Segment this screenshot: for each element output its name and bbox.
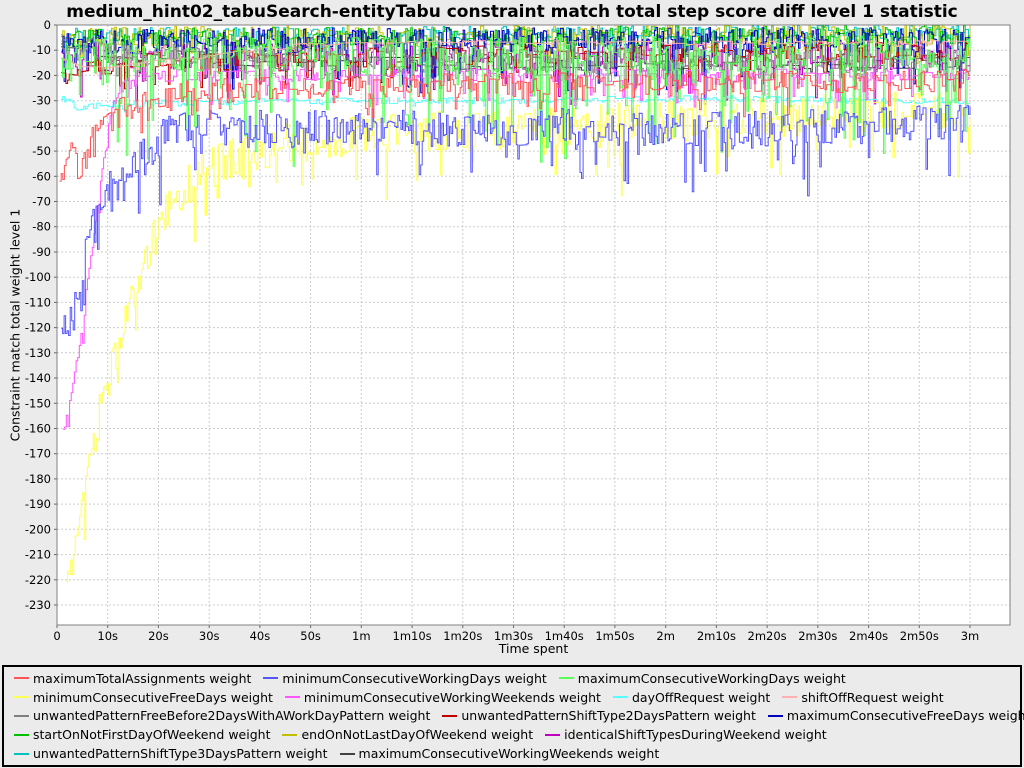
y-tick-label: -130 <box>25 346 51 360</box>
y-tick-label: -40 <box>32 119 51 133</box>
legend-label: minimumConsecutiveWorkingWeekends weight <box>304 690 601 705</box>
y-tick-label: -160 <box>25 422 51 436</box>
legend-color-dash <box>340 753 355 755</box>
legend-label: identicalShiftTypesDuringWeekend weight <box>564 727 827 742</box>
legend-row: unwantedPatternShiftType3DaysPattern wei… <box>8 746 1016 761</box>
y-tick-label: -100 <box>25 270 51 284</box>
legend-color-dash <box>285 696 300 698</box>
legend-color-dash <box>545 734 560 736</box>
legend-label: unwantedPatternShiftType3DaysPattern wei… <box>33 746 328 761</box>
y-axis-title: Constraint match total weight level 1 <box>8 209 23 442</box>
y-tick-label: -70 <box>32 195 51 209</box>
y-tick-label: -80 <box>32 220 51 234</box>
legend-label: endOnNotLastDayOfWeekend weight <box>301 727 533 742</box>
legend-item-unwantedPatternShiftType3DaysPattern: unwantedPatternShiftType3DaysPattern wei… <box>8 746 328 761</box>
legend-item-minimumConsecutiveWorkingDays: minimumConsecutiveWorkingDays weight <box>257 671 546 686</box>
y-tick-label: 0 <box>44 18 51 32</box>
legend-item-maximumConsecutiveWorkingWeekends: maximumConsecutiveWorkingWeekends weight <box>334 746 660 761</box>
legend-row: maximumTotalAssignments weight minimumCon… <box>8 671 1016 686</box>
y-tick-label: -170 <box>25 447 51 461</box>
legend-row: minimumConsecutiveFreeDays weight minimum… <box>8 690 1016 705</box>
legend-label: unwantedPatternFreeBefore2DaysWithAWorkD… <box>33 708 430 723</box>
y-tick-label: -210 <box>25 548 51 562</box>
y-tick-label: -60 <box>32 169 51 183</box>
legend-color-dash <box>14 677 29 679</box>
y-tick-label: -180 <box>25 472 51 486</box>
legend-label: minimumConsecutiveFreeDays weight <box>33 690 273 705</box>
legend-row: unwantedPatternFreeBefore2DaysWithAWorkD… <box>8 708 1016 723</box>
y-tick-label: -220 <box>25 573 51 587</box>
legend-color-dash <box>14 715 29 717</box>
legend-label: shiftOffRequest weight <box>801 690 943 705</box>
legend-item-maximumTotalAssignments: maximumTotalAssignments weight <box>8 671 251 686</box>
legend-item-unwantedPatternFreeBefore2DaysWithAWorkDayPattern: unwantedPatternFreeBefore2DaysWithAWorkD… <box>8 708 430 723</box>
legend-label: dayOffRequest weight <box>632 690 770 705</box>
legend-label: maximumConsecutiveWorkingWeekends weight <box>359 746 660 761</box>
y-tick-label: -110 <box>25 295 51 309</box>
legend-color-dash <box>14 696 29 698</box>
x-axis-title: Time spent <box>57 641 1010 656</box>
legend-item-minimumConsecutiveWorkingWeekends: minimumConsecutiveWorkingWeekends weight <box>279 690 601 705</box>
legend: maximumTotalAssignments weight minimumCon… <box>2 665 1022 767</box>
legend-label: maximumTotalAssignments weight <box>33 671 251 686</box>
y-tick-label: -190 <box>25 497 51 511</box>
legend-color-dash <box>14 734 29 736</box>
y-tick-label: -10 <box>32 43 51 57</box>
legend-item-shiftOffRequest: shiftOffRequest weight <box>776 690 943 705</box>
legend-color-dash <box>442 715 457 717</box>
legend-item-endOnNotLastDayOfWeekend: endOnNotLastDayOfWeekend weight <box>276 727 533 742</box>
legend-item-minimumConsecutiveFreeDays: minimumConsecutiveFreeDays weight <box>8 690 273 705</box>
legend-color-dash <box>282 734 297 736</box>
y-tick-label: -200 <box>25 522 51 536</box>
legend-item-maximumConsecutiveWorkingDays: maximumConsecutiveWorkingDays weight <box>553 671 846 686</box>
y-tick-label: -120 <box>25 321 51 335</box>
y-tick-label: -50 <box>32 144 51 158</box>
y-tick-label: -20 <box>32 68 51 82</box>
legend-label: minimumConsecutiveWorkingDays weight <box>282 671 546 686</box>
y-tick-label: -90 <box>32 245 51 259</box>
legend-color-dash <box>768 715 783 717</box>
legend-label: maximumConsecutiveFreeDays weight <box>787 708 1024 723</box>
legend-color-dash <box>14 753 29 755</box>
legend-color-dash <box>613 696 628 698</box>
legend-label: startOnNotFirstDayOfWeekend weight <box>33 727 270 742</box>
legend-item-startOnNotFirstDayOfWeekend: startOnNotFirstDayOfWeekend weight <box>8 727 270 742</box>
legend-color-dash <box>782 696 797 698</box>
legend-item-dayOffRequest: dayOffRequest weight <box>607 690 770 705</box>
legend-color-dash <box>559 677 574 679</box>
y-tick-label: -150 <box>25 396 51 410</box>
legend-row: startOnNotFirstDayOfWeekend weight endOnN… <box>8 727 1016 742</box>
legend-item-identicalShiftTypesDuringWeekend: identicalShiftTypesDuringWeekend weight <box>539 727 827 742</box>
legend-item-unwantedPatternShiftType2DaysPattern: unwantedPatternShiftType2DaysPattern wei… <box>436 708 756 723</box>
y-tick-label: -140 <box>25 371 51 385</box>
plot-area: 0 -10 -20 -30 -40 -50 -60 -70 -80 -90 -100 -110 -120… <box>0 0 1024 662</box>
legend-label: unwantedPatternShiftType2DaysPattern wei… <box>461 708 756 723</box>
y-tick-label: -30 <box>32 94 51 108</box>
legend-item-maximumConsecutiveFreeDays: maximumConsecutiveFreeDays weight <box>762 708 1024 723</box>
legend-label: maximumConsecutiveWorkingDays weight <box>578 671 846 686</box>
legend-color-dash <box>263 677 278 679</box>
y-tick-label: -230 <box>25 598 51 612</box>
